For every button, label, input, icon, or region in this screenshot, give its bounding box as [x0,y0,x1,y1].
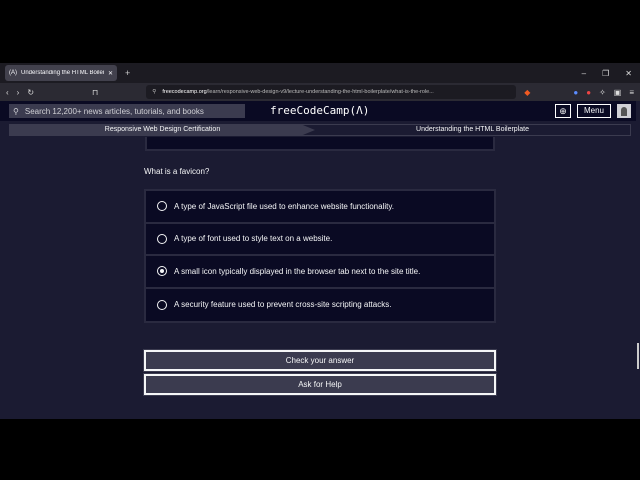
breadcrumb: Responsive Web Design Certification Unde… [9,124,631,136]
close-tab-icon[interactable]: ✕ [108,70,113,77]
radio-button[interactable] [157,201,167,212]
scrollbar[interactable] [636,101,640,419]
minimize-button[interactable]: – [582,69,586,78]
avatar[interactable] [617,104,631,118]
radio-button-selected[interactable] [157,266,167,277]
language-globe-icon[interactable]: ⊕ [554,104,571,118]
extension-icon[interactable]: ● [573,88,578,97]
fcc-navbar: ⚲ Search 12,200+ news articles, tutorials… [0,101,640,121]
browser-toolbar: ‹ › ↻ ⊓ ⚲ freecodecamp.org/learn/responsive… [0,83,640,101]
forward-button[interactable]: › [17,88,20,97]
check-answer-button[interactable]: Check your answer [143,349,497,372]
new-tab-button[interactable]: + [125,68,130,78]
back-button[interactable]: ‹ [6,88,9,97]
site-settings-icon[interactable]: ⚲ [152,89,156,95]
address-bar[interactable]: ⚲ freecodecamp.org/learn/responsive-web-d… [146,85,517,99]
answer-option[interactable]: A small icon typically displayed in the … [146,256,494,289]
extension-icon[interactable]: ● [586,88,591,97]
logo[interactable]: freeCodeCamp(Λ) [270,104,369,117]
breadcrumb-lesson[interactable]: Understanding the HTML Boilerplate [315,125,630,135]
question-text: What is a favicon? [144,167,210,176]
search-icon: ⚲ [13,106,19,116]
browser-tab[interactable]: (A) Understanding the HTML Boilerp ✕ [5,65,117,81]
bookmark-icon[interactable]: ⊓ [92,88,98,97]
radio-button[interactable] [157,233,167,244]
previous-panel [145,137,495,151]
brave-shield-icon[interactable]: ◆ [524,88,530,97]
radio-button[interactable] [157,299,167,310]
sidebar-icon[interactable]: ▣ [614,88,622,97]
menu-button[interactable]: Menu [576,104,611,118]
scrollbar-thumb[interactable] [637,343,639,369]
tab-bar: (A) Understanding the HTML Boilerp ✕ + – ❐ ✕ [0,63,640,83]
ask-for-help-button[interactable]: Ask for Help [143,373,497,396]
answer-option[interactable]: A type of JavaScript file used to enhanc… [146,191,494,224]
favicon-icon: (A) [9,70,17,76]
extensions-icon[interactable]: ✧ [599,88,606,97]
search-input[interactable]: ⚲ Search 12,200+ news articles, tutorials… [9,104,245,118]
reload-button[interactable]: ↻ [27,88,34,97]
browser-window: (A) Understanding the HTML Boilerp ✕ + – ❐ ✕… [0,63,640,419]
close-window-button[interactable]: ✕ [625,69,632,78]
maximize-button[interactable]: ❐ [602,69,609,78]
answer-options: A type of JavaScript file used to enhanc… [144,189,496,323]
answer-option[interactable]: A type of font used to style text on a w… [146,223,494,256]
answer-option[interactable]: A security feature used to prevent cross… [146,288,494,321]
menu-icon[interactable]: ≡ [629,88,634,97]
breadcrumb-cert[interactable]: Responsive Web Design Certification [10,125,315,135]
